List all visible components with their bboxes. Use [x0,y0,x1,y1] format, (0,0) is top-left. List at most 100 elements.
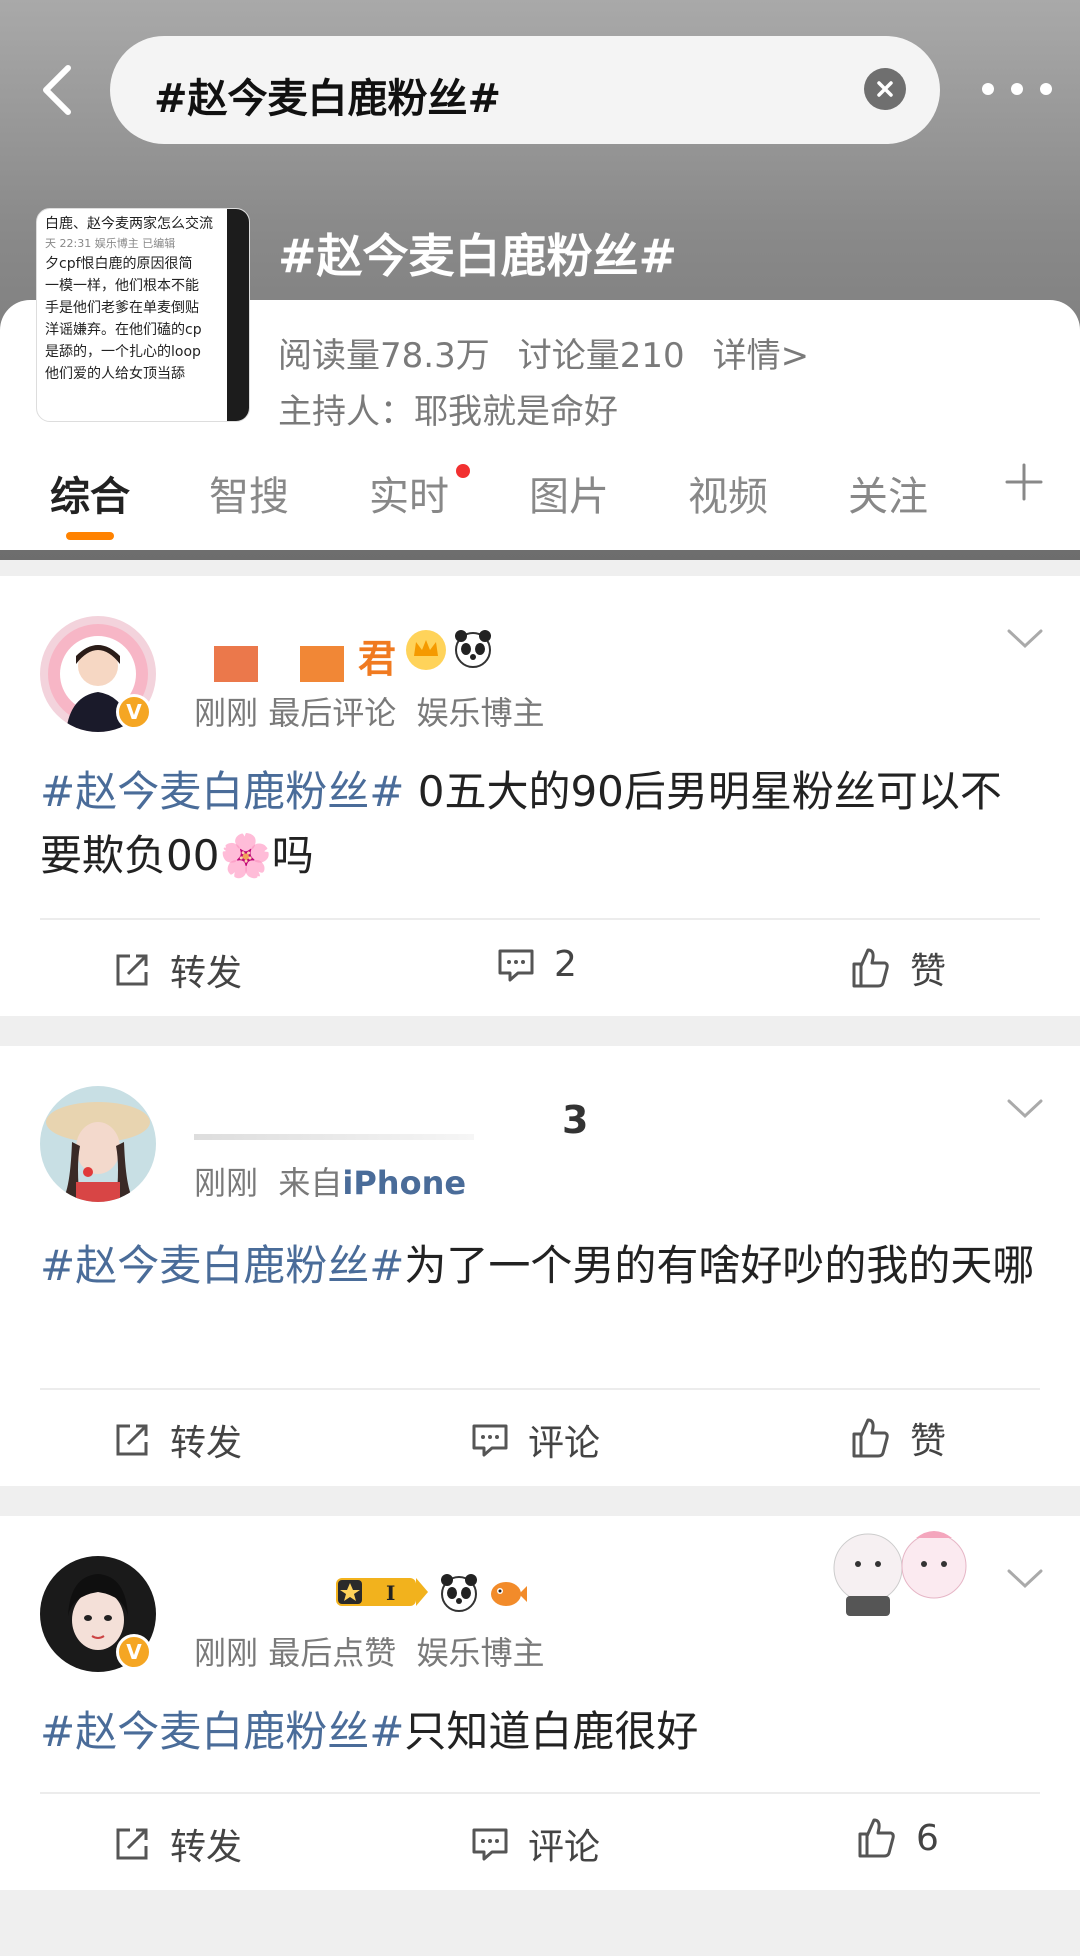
tab-comprehensive[interactable]: 综合 [50,464,130,522]
clear-search-button[interactable] [864,68,906,110]
thumb-dark-strip [227,209,249,421]
post-meta: 刚刚 最后评论 娱乐博主 [194,688,545,734]
chevron-down-icon [1007,1099,1043,1119]
repost-icon [116,1424,148,1456]
username-redacted [300,646,344,682]
like-button[interactable]: 赞 [848,942,946,994]
topic-host: 主持人：耶我就是命好 [278,392,618,432]
crown-icon [406,630,446,670]
post-menu-button[interactable] [1006,628,1044,654]
like-label: 赞 [910,1421,947,1462]
panda-icon [455,630,491,668]
post-content[interactable]: #赵今麦白鹿粉丝# 0五大的90后男明星粉丝可以不要欺负00🌸吗 [40,760,1040,888]
post-source: iPhone [342,1164,467,1202]
post-card[interactable]: V 君 刚刚 最后评论 娱乐博主 #赵今麦白鹿粉丝# 0五大的90后男明星粉丝可… [0,576,1080,1016]
chevron-down-icon [1007,1569,1043,1589]
tab-videos[interactable]: 视频 [688,464,768,522]
hashtag-link[interactable]: #赵今麦白鹿粉丝# [40,767,404,816]
topic-stats: 阅读量78.3万 讨论量210 详情> [278,328,809,377]
clear-icon [877,81,893,97]
tab-realtime[interactable]: 实时 [369,464,449,522]
verified-badge-icon: V [116,694,152,730]
level-badge-icon: I [336,1578,428,1606]
post-meta: 刚刚 最后点赞 娱乐博主 [194,1628,545,1674]
post-time: 刚刚 [194,694,259,732]
hashtag-link[interactable]: #赵今麦白鹿粉丝# [40,1241,404,1290]
details-link[interactable]: 详情> [713,328,810,377]
like-count: 6 [916,1817,939,1859]
post-card[interactable]: 3 刚刚 来自iPhone #赵今麦白鹿粉丝#为了一个男的有啥好吵的我的天哪 转… [0,1046,1080,1486]
tab-smart-search[interactable]: 智搜 [209,464,289,522]
tab-images[interactable]: 图片 [529,464,609,522]
flower-emoji-icon: 🌸 [219,831,272,880]
post-activity: 最后点赞 [268,1634,397,1672]
like-icon [852,948,889,988]
chevron-down-icon [1007,629,1043,649]
username[interactable]: 3 [562,1098,588,1142]
comment-button[interactable]: 评论 [470,1818,600,1870]
decoration-sticker-icon [833,1531,967,1616]
post-text: 只知道白鹿很好 [404,1707,699,1756]
comment-icon [498,949,534,981]
search-input[interactable]: #赵今麦白鹿粉丝# [154,66,501,124]
post-menu-button[interactable] [1006,1098,1044,1124]
tab-bar: 综合 智搜 实时 图片 视频 关注 [0,450,1080,540]
post-time: 刚刚 [194,1634,259,1672]
thumb-text: 白鹿、赵今麦两家怎么交流 [45,216,213,232]
comment-icon [472,1828,508,1861]
post-activity: 最后评论 [268,694,397,732]
repost-label: 转发 [170,1423,243,1464]
post-content[interactable]: #赵今麦白鹿粉丝#为了一个男的有啥好吵的我的天哪 [40,1234,1040,1298]
username-redacted [214,646,258,682]
active-tab-indicator [66,532,114,540]
username[interactable]: 君 [358,628,396,683]
user-role: 娱乐博主 [416,694,545,732]
like-label: 赞 [910,951,947,992]
avatar-image [40,1086,156,1202]
divider [40,1388,1040,1390]
comment-button[interactable]: 2 [496,944,577,985]
post-content[interactable]: #赵今麦白鹿粉丝#只知道白鹿很好 [40,1700,1040,1764]
thumb-text: 是舔的，一个扎心的loop [45,344,201,360]
post-card[interactable]: V I 刚刚 最后点赞 娱乐博主 #赵今麦白鹿粉丝#只知道白鹿很好 转发 评论 … [0,1516,1080,1890]
new-content-dot [456,464,470,478]
more-button[interactable] [982,64,1052,114]
like-button[interactable]: 赞 [848,1412,946,1464]
tab-following[interactable]: 关注 [848,464,928,522]
repost-label: 转发 [170,953,243,994]
thumb-text: 夕cpf恨白鹿的原因很简 [45,256,193,272]
comment-label: 评论 [528,1827,601,1868]
username-redacted [194,1134,474,1140]
topic-title: #赵今麦白鹿粉丝# [278,229,678,283]
fish-icon [491,1582,527,1606]
repost-button[interactable]: 转发 [112,1414,242,1466]
comment-button[interactable]: 评论 [470,1414,600,1466]
thumb-text: 手是他们老爹在单麦倒贴 [45,300,199,316]
back-chevron-icon [43,65,71,115]
plus-icon [1005,463,1043,501]
avatar[interactable] [40,1086,156,1202]
hashtag-link[interactable]: #赵今麦白鹿粉丝# [40,1707,404,1756]
topic-thumbnail[interactable]: 白鹿、赵今麦两家怎么交流 天 22:31 娱乐博主 已编辑 夕cpf恨白鹿的原因… [36,208,250,422]
level-badge-text: I [386,1581,395,1605]
post-text: 吗 [271,831,314,880]
thumb-text: 他们爱的人给女顶当舔 [45,366,185,382]
repost-icon [116,954,148,986]
divider [40,1792,1040,1794]
like-icon [852,1418,889,1458]
repost-label: 转发 [170,1827,243,1868]
like-icon [858,1818,895,1858]
user-role: 娱乐博主 [416,1634,545,1672]
discussion-count: 讨论量210 [517,336,685,376]
like-button[interactable]: 6 [854,1816,939,1860]
back-button[interactable] [28,60,88,120]
thumb-text: 一模一样，他们根本不能 [45,278,199,294]
source-prefix: 来自 [278,1164,343,1202]
post-menu-button[interactable] [1006,1568,1044,1594]
repost-button[interactable]: 转发 [112,1818,242,1870]
add-tab-button[interactable] [1004,462,1044,506]
more-icon [982,83,994,95]
repost-button[interactable]: 转发 [112,944,242,996]
search-bar[interactable]: #赵今麦白鹿粉丝# [110,36,940,144]
comment-label: 评论 [528,1423,601,1464]
